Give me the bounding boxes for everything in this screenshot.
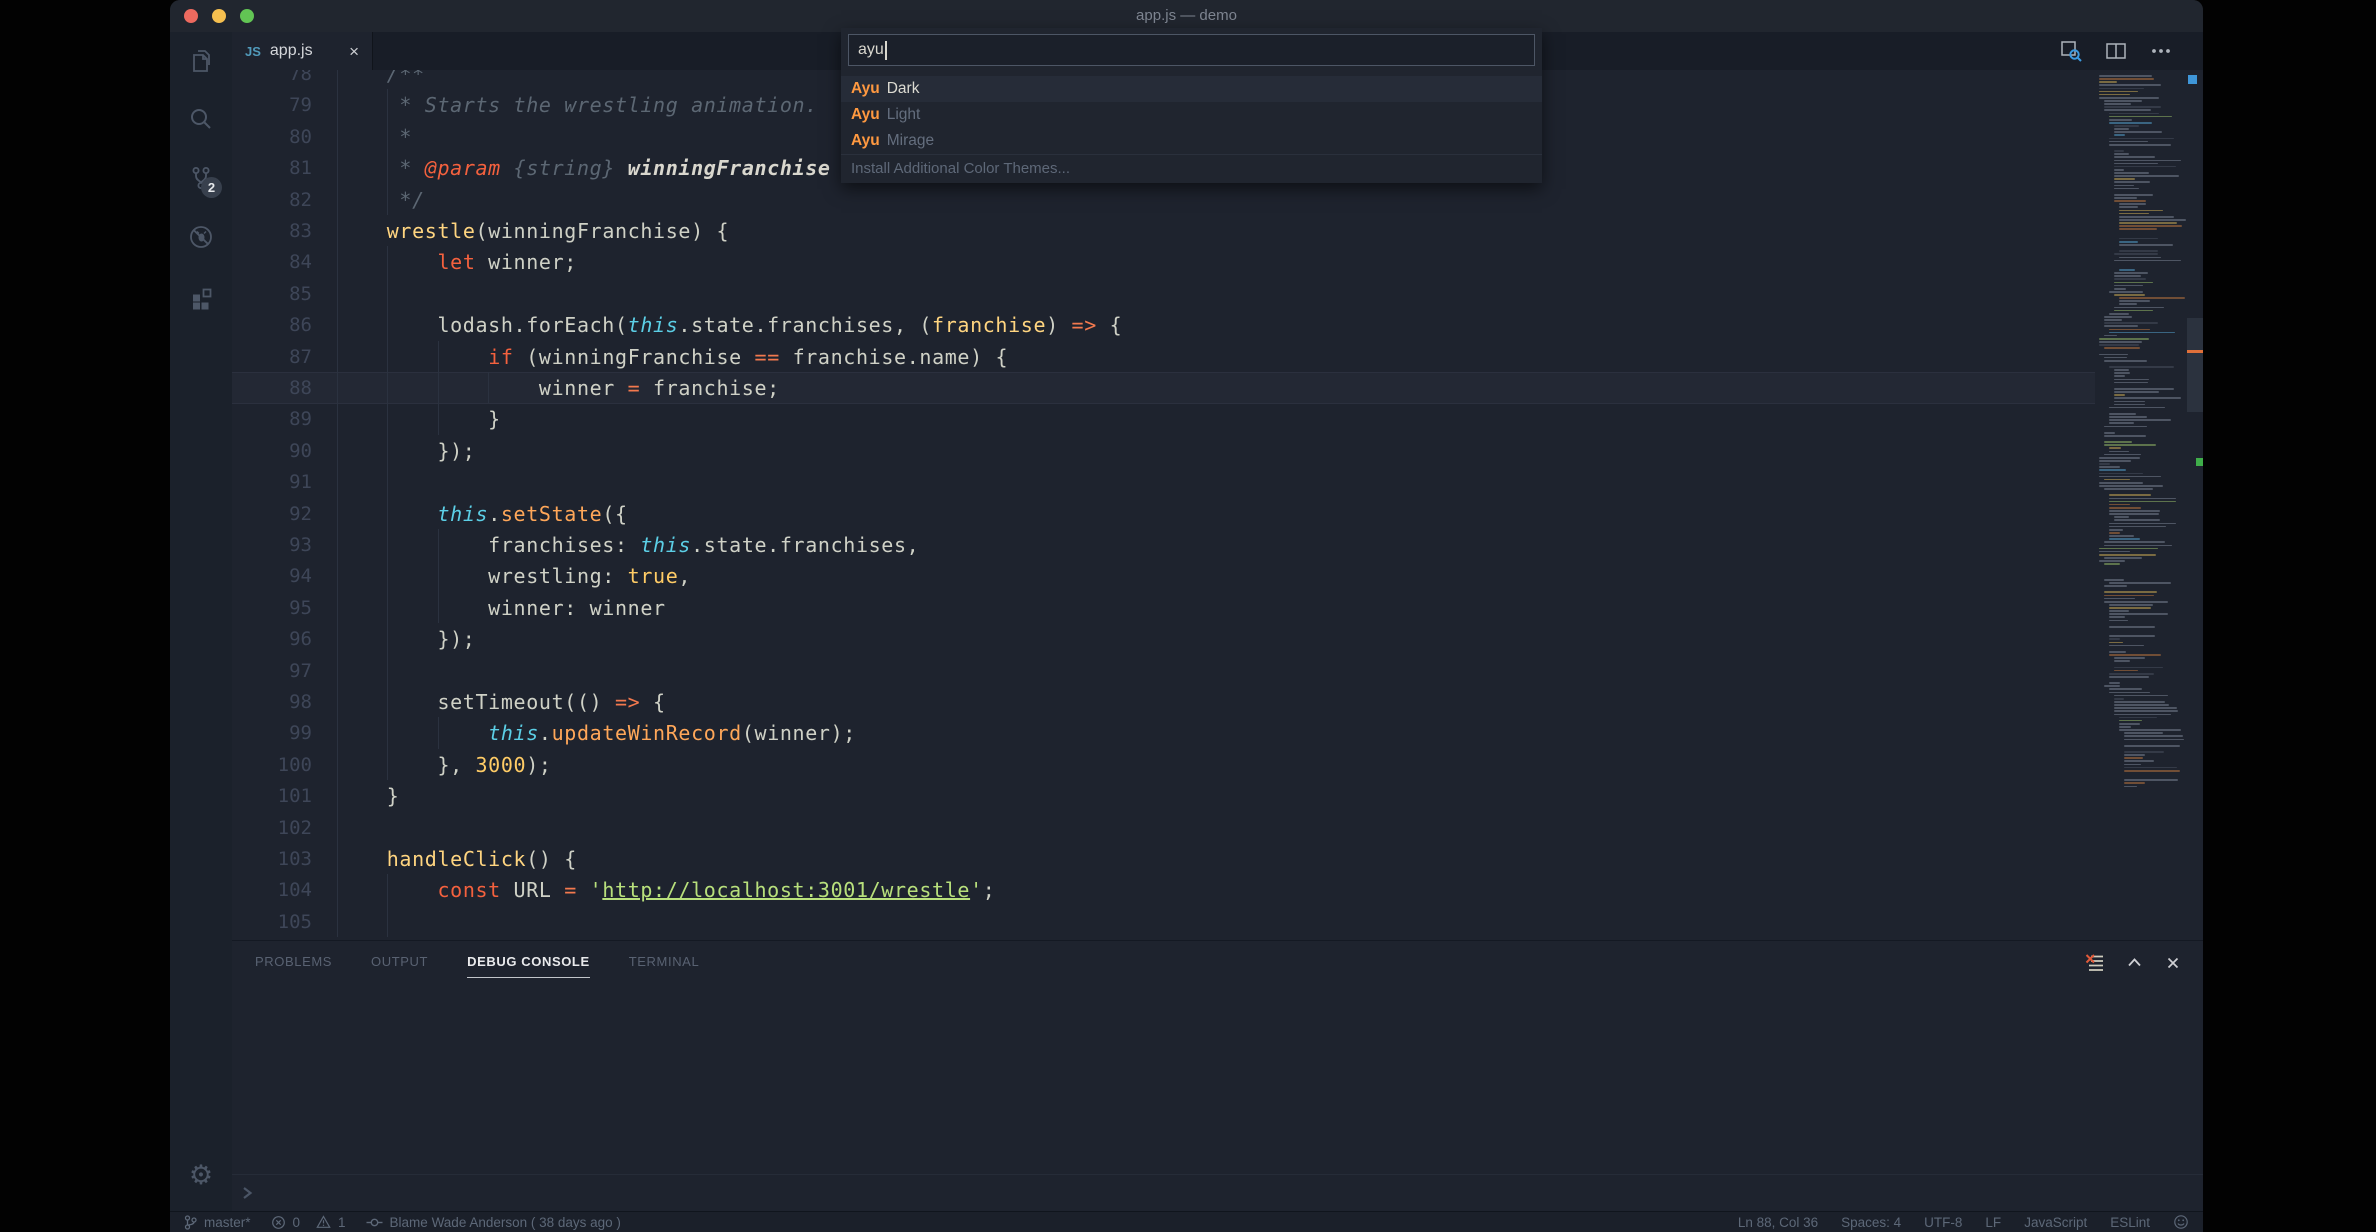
code-line-92: 92 this.setState({	[232, 498, 2203, 530]
split-editor-icon[interactable]	[2104, 39, 2128, 63]
sidebar-item-debug[interactable]	[185, 221, 217, 253]
code-line-99: 99 this.updateWinRecord(winner);	[232, 717, 2203, 749]
code-line-95: 95 winner: winner	[232, 592, 2203, 624]
code-line-89: 89 }	[232, 403, 2203, 435]
close-panel-icon[interactable]	[2164, 954, 2182, 972]
code-line-100: 100 }, 3000);	[232, 749, 2203, 781]
code-line-96: 96 });	[232, 623, 2203, 655]
editor-actions	[2059, 32, 2203, 70]
panel-tab-problems[interactable]: PROBLEMS	[255, 954, 332, 969]
debug-console-input[interactable]	[232, 1174, 2203, 1212]
sidebar-item-explorer[interactable]	[185, 44, 217, 76]
code-line-93: 93 franchises: this.state.franchises,	[232, 529, 2203, 561]
code-line-94: 94 wrestling: true,	[232, 560, 2203, 592]
error-icon	[271, 1215, 286, 1230]
code-line-88: 88 winner = franchise;	[232, 372, 2203, 404]
quick-pick-input[interactable]: ayu	[848, 34, 1535, 66]
code-line-102: 102	[232, 812, 2203, 844]
debug-icon	[185, 221, 217, 253]
panel-tab-output[interactable]: OUTPUT	[371, 954, 428, 969]
sidebar-item-source-control[interactable]: 2	[185, 162, 217, 194]
bottom-panel: PROBLEMS OUTPUT DEBUG CONSOLE TERMINAL	[232, 940, 2203, 1211]
eslint-status[interactable]: ESLint	[2110, 1215, 2150, 1230]
problems-status[interactable]: 0 1	[271, 1215, 346, 1230]
theme-option-ayu-mirage[interactable]: Ayu Mirage	[841, 128, 1542, 154]
code-line-105: 105	[232, 906, 2203, 938]
tab-app-js[interactable]: JS app.js ×	[232, 32, 373, 70]
scrollbar-thumb[interactable]	[2187, 318, 2203, 412]
cursor-position-status[interactable]: Ln 88, Col 36	[1738, 1215, 1818, 1230]
status-bar: master* 0 1	[170, 1211, 2203, 1232]
panel-tab-terminal[interactable]: TERMINAL	[629, 954, 700, 969]
panel-tab-debug-console[interactable]: DEBUG CONSOLE	[467, 954, 590, 969]
code-line-87: 87 if (winningFranchise == franchise.nam…	[232, 341, 2203, 373]
open-preview-icon[interactable]	[2059, 39, 2083, 63]
code-line-98: 98 setTimeout(() => {	[232, 686, 2203, 718]
quick-pick-query: ayu	[858, 41, 884, 59]
git-blame-status[interactable]: Blame Wade Anderson ( 38 days ago )	[366, 1215, 621, 1230]
clear-console-icon[interactable]	[2084, 952, 2105, 973]
commit-icon	[366, 1215, 383, 1230]
sidebar-item-extensions[interactable]	[185, 280, 217, 312]
settings-gear-icon[interactable]: ⚙	[170, 1160, 232, 1191]
find-match-marker	[2188, 75, 2197, 84]
cursor-position-marker	[2196, 458, 2203, 466]
modified-line-marker	[2187, 350, 2203, 353]
code-line-82: 82 */	[232, 184, 2203, 216]
install-additional-themes-item[interactable]: Install Additional Color Themes...	[841, 155, 1542, 182]
theme-option-ayu-light[interactable]: Ayu Light	[841, 102, 1542, 128]
panel-actions	[2084, 952, 2182, 973]
sidebar-item-search[interactable]	[185, 103, 217, 135]
maximize-panel-icon[interactable]	[2125, 953, 2144, 972]
git-branch-status[interactable]: master*	[184, 1214, 251, 1231]
text-cursor	[885, 41, 887, 60]
code-line-101: 101 }	[232, 780, 2203, 812]
code-line-85: 85	[232, 278, 2203, 310]
activity-bar: 2	[170, 32, 232, 1211]
branch-name: master*	[204, 1215, 251, 1230]
theme-option-ayu-dark[interactable]: Ayu Dark	[841, 76, 1542, 102]
smiley-feedback-icon[interactable]	[2173, 1214, 2189, 1230]
panel-tabs: PROBLEMS OUTPUT DEBUG CONSOLE TERMINAL	[232, 941, 2203, 969]
overview-ruler[interactable]	[2187, 70, 2203, 940]
quick-pick-palette: ayu Ayu Dark Ayu Light Ayu Mirage Instal…	[841, 28, 1542, 183]
tab-close-icon[interactable]: ×	[349, 43, 359, 60]
branch-icon	[184, 1214, 197, 1231]
vscode-window: app.js — demo	[170, 0, 2203, 1232]
code-line-91: 91	[232, 466, 2203, 498]
code-line-83: 83 wrestle(winningFranchise) {	[232, 215, 2203, 247]
code-line-103: 103 handleClick() {	[232, 843, 2203, 875]
scm-badge: 2	[201, 177, 222, 198]
code-line-86: 86 lodash.forEach(this.state.franchises,…	[232, 309, 2203, 341]
eol-status[interactable]: LF	[1985, 1215, 2001, 1230]
screen: app.js — demo	[0, 0, 2376, 1232]
warning-count: 1	[338, 1215, 346, 1230]
tab-label: app.js	[270, 42, 313, 60]
js-file-icon: JS	[245, 44, 261, 59]
error-count: 0	[293, 1215, 301, 1230]
editor[interactable]: 78 /**79 * Starts the wrestling animatio…	[232, 70, 2203, 940]
blame-text: Blame Wade Anderson ( 38 days ago )	[390, 1215, 621, 1230]
more-actions-icon[interactable]	[2149, 39, 2173, 63]
search-icon	[185, 103, 217, 135]
code-line-104: 104 const URL = 'http://localhost:3001/w…	[232, 874, 2203, 906]
indentation-status[interactable]: Spaces: 4	[1841, 1215, 1901, 1230]
encoding-status[interactable]: UTF-8	[1924, 1215, 1962, 1230]
language-mode-status[interactable]: JavaScript	[2024, 1215, 2087, 1230]
extensions-icon	[185, 280, 217, 312]
code-line-90: 90 });	[232, 435, 2203, 467]
warning-icon	[316, 1215, 331, 1229]
minimap[interactable]	[2095, 70, 2187, 940]
code-line-84: 84 let winner;	[232, 246, 2203, 278]
prompt-chevron-icon	[240, 1184, 254, 1202]
files-icon	[185, 44, 217, 76]
code-line-97: 97	[232, 655, 2203, 687]
